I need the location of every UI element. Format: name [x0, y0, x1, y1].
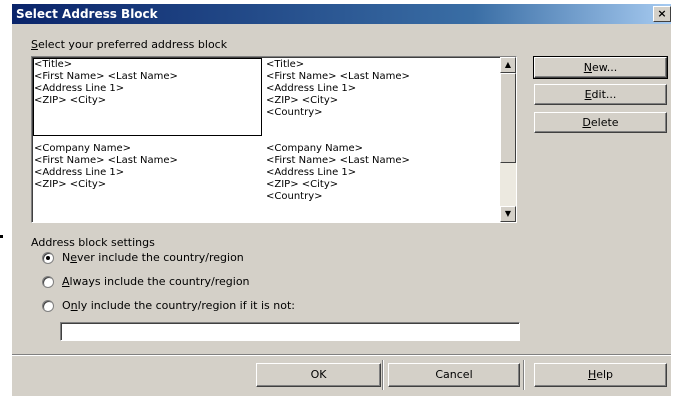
close-button[interactable]: × [653, 6, 671, 22]
edit-button[interactable]: Edit... [534, 84, 667, 105]
address-block-option-3[interactable]: <Company Name> <First Name> <Last Name> … [34, 143, 261, 219]
cancel-button[interactable]: Cancel [388, 363, 520, 387]
address-block-prompt: Select your preferred address block [31, 38, 228, 51]
help-button[interactable]: Help [534, 363, 667, 387]
new-button[interactable]: New... [533, 56, 668, 79]
always-include-radio[interactable] [42, 276, 54, 288]
list-scrollbar[interactable]: ▲ ▼ [500, 57, 516, 222]
ok-button[interactable]: OK [256, 363, 381, 387]
address-block-list[interactable]: <Title> <First Name> <Last Name> <Addres… [31, 56, 517, 223]
always-include-label: Always include the country/region [62, 275, 250, 288]
only-include-radio[interactable] [42, 300, 54, 312]
only-include-label: Only include the country/region if it is… [62, 299, 295, 312]
footer-divider-1 [382, 360, 384, 390]
settings-label: Address block settings [31, 236, 155, 249]
address-block-option-2[interactable]: <Title> <First Name> <Last Name> <Addres… [266, 59, 491, 135]
delete-button[interactable]: Delete [534, 112, 667, 133]
address-block-option-1[interactable]: <Title> <First Name> <Last Name> <Addres… [33, 58, 262, 136]
country-region-input[interactable] [60, 322, 520, 341]
never-include-label: Never include the country/region [62, 251, 244, 264]
scroll-thumb[interactable] [500, 73, 516, 163]
footer-divider [12, 354, 671, 356]
address-block-option-4[interactable]: <Company Name> <First Name> <Last Name> … [266, 143, 491, 219]
scroll-down-arrow-icon[interactable]: ▼ [500, 206, 516, 222]
scroll-up-arrow-icon[interactable]: ▲ [500, 57, 516, 73]
never-include-radio[interactable] [42, 252, 54, 264]
select-address-block-dialog: Select Address Block × Select your prefe… [0, 0, 675, 396]
title-bar: Select Address Block × [12, 4, 671, 24]
edge-artifact [0, 235, 3, 238]
footer-divider-2 [523, 360, 525, 390]
radio-selected-dot [46, 256, 50, 260]
window-title: Select Address Block [16, 7, 158, 21]
